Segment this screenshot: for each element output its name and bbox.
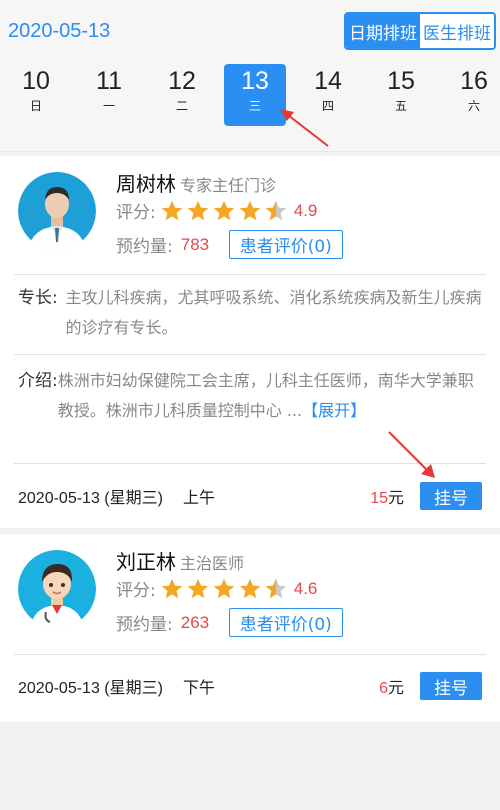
day-number: 16 <box>460 67 488 95</box>
fee: 6元 <box>379 674 404 698</box>
doctor-photo[interactable] <box>18 550 96 628</box>
divider <box>14 654 486 655</box>
day-item[interactable]: 14 四 <box>297 64 359 126</box>
book-button[interactable]: 挂号 <box>420 482 482 510</box>
star-icon <box>265 200 286 220</box>
star-icon <box>213 578 234 598</box>
rating-label: 评分: <box>116 581 156 601</box>
appointment-label: 预约量: <box>116 615 173 635</box>
star-icon <box>187 200 208 220</box>
day-number: 11 <box>96 67 122 95</box>
specialty-section: 专长: 主攻儿科疾病，尤其呼吸系统、消化系统疾病及新生儿疾病的诊疗有专长。 <box>18 283 484 343</box>
schedule-row: 2020-05-13 (星期三) 下午 6元 挂号 <box>18 670 482 702</box>
top-bar: 2020-05-13 日期排班 医生排班 10 日 11 一 12 二 13 三 14 四… <box>0 0 500 152</box>
schedule-row: 2020-05-13 (星期三) 上午 15元 挂号 <box>18 480 482 512</box>
schedule-date: 2020-05-13 (星期三) <box>18 490 163 507</box>
star-icon <box>213 200 234 220</box>
doctor-name-row: 周树林 专家主任门诊 <box>116 168 276 197</box>
doctor-name[interactable]: 周树林 <box>116 172 176 196</box>
fee-amount: 6 <box>379 680 388 697</box>
rating-row: 评分: 4.9 <box>116 198 317 223</box>
schedule-date: 2020-05-13 (星期三) <box>18 680 163 697</box>
day-item[interactable]: 10 日 <box>5 64 67 126</box>
doctor-card: 刘正林 主治医师 评分: 4.6 预约量: 263 患者评价(0) 2020-05… <box>0 534 500 722</box>
day-number: 15 <box>387 67 415 95</box>
day-item-selected[interactable]: 13 三 <box>224 64 286 126</box>
day-item[interactable]: 15 五 <box>370 64 432 126</box>
rating-value: 4.9 <box>293 200 318 220</box>
appointment-count: 263 <box>180 612 210 632</box>
schedule-period: 上午 <box>182 488 215 507</box>
schedule-period: 下午 <box>182 678 215 697</box>
specialty-text: 主攻儿科疾病，尤其呼吸系统、消化系统疾病及新生儿疾病的诊疗有专长。 <box>65 288 482 337</box>
day-item[interactable]: 12 二 <box>151 64 213 126</box>
star-icon <box>265 578 286 598</box>
rating-stars <box>160 577 290 601</box>
doctor-title: 专家主任门诊 <box>180 176 277 195</box>
day-weekday: 三 <box>248 99 261 113</box>
intro-text: 株洲市妇幼保健院工会主席，儿科主任医师，南华大学兼职教授。株洲市儿科质量控制中心… <box>57 371 474 420</box>
appointment-label: 预约量: <box>116 237 173 257</box>
book-button[interactable]: 挂号 <box>420 672 482 700</box>
fee-currency: 元 <box>387 488 404 507</box>
appointment-row: 预约量: 263 患者评价(0) <box>116 608 343 637</box>
doctor-photo-icon <box>18 172 96 250</box>
day-item[interactable]: 16 六 <box>443 64 500 126</box>
divider <box>14 274 486 275</box>
divider <box>14 354 486 355</box>
intro-section: 介绍: 株洲市妇幼保健院工会主席，儿科主任医师，南华大学兼职教授。株洲市儿科质量… <box>18 366 484 426</box>
star-icon <box>161 200 182 220</box>
patient-review-button[interactable]: 患者评价(0) <box>228 230 343 259</box>
day-weekday: 二 <box>175 99 188 113</box>
day-item[interactable]: 11 一 <box>78 64 140 126</box>
tab-doctor-schedule[interactable]: 医生排班 <box>420 14 494 48</box>
star-icon <box>239 578 260 598</box>
expand-link[interactable]: 【展开】 <box>302 401 366 420</box>
day-weekday: 六 <box>467 99 480 113</box>
doctor-card: 周树林 专家主任门诊 评分: 4.9 预约量: 783 患者评价(0) 专长: 主… <box>0 156 500 528</box>
rating-stars <box>160 199 290 223</box>
fee-currency: 元 <box>387 678 404 697</box>
patient-review-button[interactable]: 患者评价(0) <box>228 608 343 637</box>
current-date: 2020-05-13 <box>8 20 111 42</box>
divider <box>14 463 486 464</box>
day-number: 12 <box>168 67 196 95</box>
doctor-name-row: 刘正林 主治医师 <box>116 546 244 575</box>
intro-label: 介绍: <box>18 371 58 391</box>
doctor-avatar-icon <box>18 550 96 628</box>
tab-date-schedule[interactable]: 日期排班 <box>346 14 420 48</box>
day-weekday: 四 <box>321 99 334 113</box>
intro-text-block: 株洲市妇幼保健院工会主席，儿科主任医师，南华大学兼职教授。株洲市儿科质量控制中心… <box>58 366 484 426</box>
view-toggle: 日期排班 医生排班 <box>344 12 496 50</box>
doctor-name[interactable]: 刘正林 <box>116 550 176 574</box>
appointment-row: 预约量: 783 患者评价(0) <box>116 230 343 259</box>
day-number: 10 <box>22 67 50 95</box>
star-icon <box>187 578 208 598</box>
day-number: 13 <box>241 67 269 95</box>
day-weekday: 日 <box>29 99 42 113</box>
appointment-count: 783 <box>180 234 210 254</box>
day-number: 14 <box>314 67 342 95</box>
fee-amount: 15 <box>370 490 388 507</box>
rating-row: 评分: 4.6 <box>116 576 317 601</box>
specialty-label: 专长: <box>18 288 58 308</box>
doctor-photo[interactable] <box>18 172 96 250</box>
doctor-title: 主治医师 <box>180 554 245 573</box>
day-picker: 10 日 11 一 12 二 13 三 14 四 15 五 16 六 <box>0 64 500 126</box>
fee: 15元 <box>370 484 404 508</box>
star-icon <box>239 200 260 220</box>
rating-label: 评分: <box>116 203 156 223</box>
day-weekday: 一 <box>102 99 115 113</box>
day-weekday: 五 <box>394 99 407 113</box>
rating-value: 4.6 <box>293 578 318 598</box>
star-icon <box>161 578 182 598</box>
